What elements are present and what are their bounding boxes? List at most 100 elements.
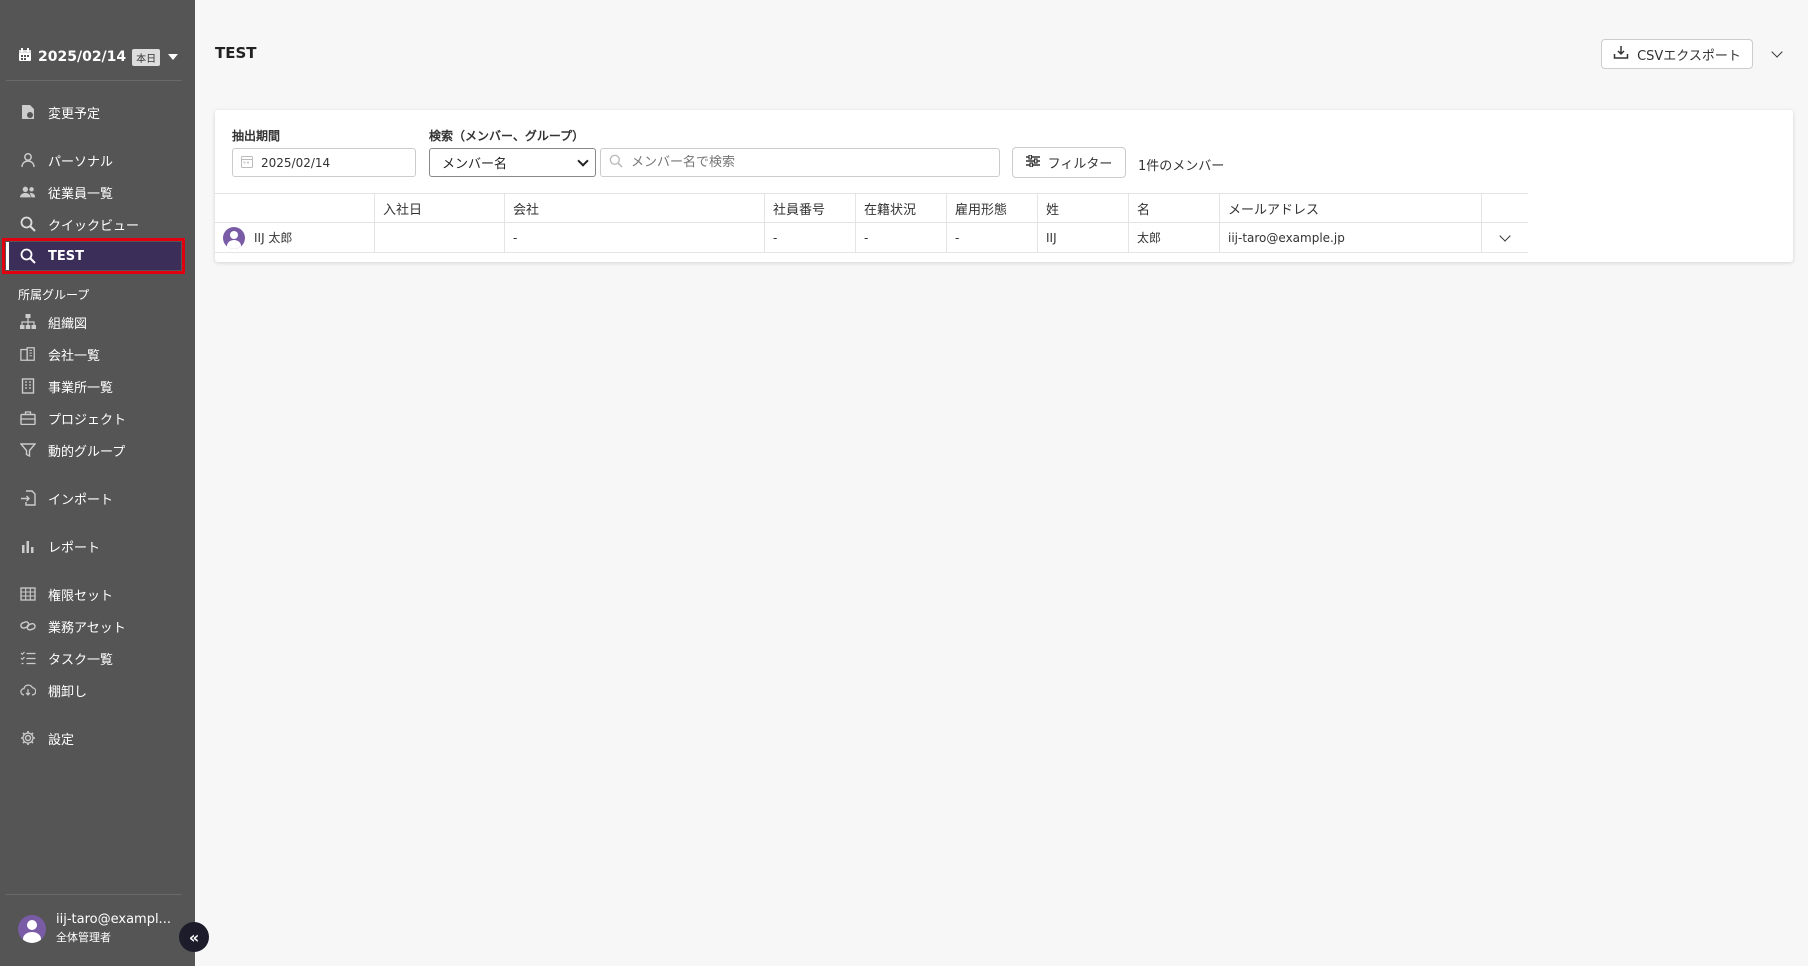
main-content: TEST CSVエクスポート 抽出期間 2025/02/14 検索（メンバー、グ… bbox=[195, 0, 1808, 966]
sidebar-item-personal[interactable]: パーソナル bbox=[0, 146, 195, 174]
filter-button[interactable]: フィルター bbox=[1012, 147, 1126, 178]
column-header-first-name[interactable]: 名 bbox=[1129, 194, 1220, 222]
sidebar-item-label: 事業所一覧 bbox=[48, 380, 114, 396]
sidebar-item-label: タスク一覧 bbox=[48, 652, 114, 668]
column-header-employment-type[interactable]: 雇用形態 bbox=[947, 194, 1038, 222]
current-date: 2025/02/14 bbox=[38, 49, 127, 65]
member-table: 入社日 会社 社員番号 在籍状況 雇用形態 姓 名 メールアドレス IIJ 太郎… bbox=[215, 193, 1528, 253]
caret-down-icon[interactable] bbox=[168, 54, 179, 60]
company-icon bbox=[20, 346, 36, 362]
sidebar-item-reports[interactable]: レポート bbox=[0, 532, 195, 560]
member-name: IIJ 太郎 bbox=[254, 231, 293, 245]
grid-icon bbox=[20, 586, 36, 602]
column-header-status[interactable]: 在籍状況 bbox=[856, 194, 947, 222]
sidebar-item-label: 組織図 bbox=[48, 316, 88, 332]
member-search-field[interactable] bbox=[600, 148, 1000, 177]
sidebar-item-label: 業務アセット bbox=[48, 620, 126, 636]
sidebar-item-label: TEST bbox=[48, 248, 84, 264]
avatar bbox=[18, 914, 46, 943]
search-icon bbox=[609, 154, 623, 172]
date-selector[interactable]: 2025/02/14 本日 bbox=[18, 48, 179, 66]
sidebar-item-permission-sets[interactable]: 権限セット bbox=[0, 580, 195, 608]
company-cell: - bbox=[505, 223, 765, 252]
page-title: TEST bbox=[215, 44, 257, 62]
member-list-card: 抽出期間 2025/02/14 検索（メンバー、グループ） メンバー名 フィルタ… bbox=[215, 110, 1793, 262]
sidebar-item-label: パーソナル bbox=[48, 154, 114, 170]
first-name-cell: 太郎 bbox=[1129, 223, 1220, 252]
column-header-company[interactable]: 会社 bbox=[505, 194, 765, 222]
column-header-join-date[interactable]: 入社日 bbox=[375, 194, 505, 222]
sidebar-item-org-chart[interactable]: 組織図 bbox=[0, 308, 195, 336]
search-input[interactable] bbox=[631, 155, 991, 170]
search-type-select[interactable]: メンバー名 bbox=[429, 148, 596, 177]
people-icon bbox=[20, 184, 36, 200]
calendar-icon bbox=[241, 155, 253, 171]
sidebar-item-projects[interactable]: プロジェクト bbox=[0, 404, 195, 432]
period-date-field[interactable]: 2025/02/14 bbox=[232, 148, 416, 177]
table-header-row: 入社日 会社 社員番号 在籍状況 雇用形態 姓 名 メールアドレス bbox=[215, 193, 1528, 223]
user-role: 全体管理者 bbox=[56, 931, 111, 944]
search-type-value: メンバー名 bbox=[442, 157, 508, 172]
avatar bbox=[223, 226, 245, 249]
member-count: 1件のメンバー bbox=[1138, 159, 1225, 174]
download-icon bbox=[1613, 45, 1629, 63]
column-header-last-name[interactable]: 姓 bbox=[1038, 194, 1129, 222]
more-options-button[interactable] bbox=[1765, 42, 1789, 66]
employment-type-cell: - bbox=[947, 223, 1038, 252]
chevron-down-icon bbox=[1499, 229, 1511, 242]
sidebar-item-label: クイックビュー bbox=[48, 218, 140, 234]
csv-export-button[interactable]: CSVエクスポート bbox=[1601, 39, 1753, 69]
task-list-icon bbox=[20, 650, 36, 666]
cloud-download-icon bbox=[20, 682, 36, 698]
period-date-value: 2025/02/14 bbox=[261, 155, 331, 170]
building-icon bbox=[20, 378, 36, 394]
last-name-cell: IIJ bbox=[1038, 223, 1129, 252]
table-row[interactable]: IIJ 太郎 - - - - IIJ 太郎 iij-taro@example.j… bbox=[215, 223, 1528, 253]
sidebar-item-label: 動的グループ bbox=[48, 444, 126, 460]
user-menu[interactable]: iij-taro@exampl... 全体管理者 bbox=[18, 912, 171, 945]
link-icon bbox=[20, 618, 36, 634]
sidebar-item-label: 権限セット bbox=[48, 588, 114, 604]
sidebar-item-label: 従業員一覧 bbox=[48, 186, 114, 202]
status-cell: - bbox=[856, 223, 947, 252]
sidebar-item-business-assets[interactable]: 業務アセット bbox=[0, 612, 195, 640]
search-icon bbox=[20, 248, 36, 264]
period-label: 抽出期間 bbox=[232, 129, 281, 143]
divider bbox=[6, 80, 182, 81]
filter-icon bbox=[20, 442, 36, 458]
document-clock-icon bbox=[20, 104, 36, 120]
sidebar-item-companies[interactable]: 会社一覧 bbox=[0, 340, 195, 368]
briefcase-icon bbox=[20, 410, 36, 426]
sidebar-item-offices[interactable]: 事業所一覧 bbox=[0, 372, 195, 400]
import-icon bbox=[20, 490, 36, 506]
sidebar-item-inventory[interactable]: 棚卸し bbox=[0, 676, 195, 704]
today-badge: 本日 bbox=[132, 48, 161, 66]
sidebar-item-settings[interactable]: 設定 bbox=[0, 724, 195, 752]
filter-label: フィルター bbox=[1047, 157, 1113, 172]
search-label: 検索（メンバー、グループ） bbox=[429, 129, 585, 143]
employee-no-cell: - bbox=[765, 223, 856, 252]
search-icon bbox=[20, 216, 36, 232]
sidebar-item-quick-view[interactable]: クイックビュー bbox=[0, 210, 195, 238]
gear-icon bbox=[20, 730, 36, 746]
sidebar-item-scheduled-changes[interactable]: 変更予定 bbox=[0, 98, 195, 126]
sidebar-item-dynamic-groups[interactable]: 動的グループ bbox=[0, 436, 195, 464]
section-label-groups: 所属グループ bbox=[18, 288, 90, 302]
bar-chart-icon bbox=[20, 538, 36, 554]
org-chart-icon bbox=[20, 314, 36, 330]
column-header-email[interactable]: メールアドレス bbox=[1220, 194, 1482, 222]
row-expand-button[interactable] bbox=[1482, 223, 1528, 252]
member-name-cell[interactable]: IIJ 太郎 bbox=[215, 223, 375, 252]
sidebar-item-test[interactable]: TEST bbox=[2, 238, 185, 274]
csv-export-label: CSVエクスポート bbox=[1637, 48, 1741, 64]
column-header-employee-no[interactable]: 社員番号 bbox=[765, 194, 856, 222]
join-date-cell bbox=[375, 223, 505, 252]
calendar-icon bbox=[18, 48, 32, 66]
user-email: iij-taro@exampl... bbox=[56, 912, 171, 927]
sidebar-item-tasks[interactable]: タスク一覧 bbox=[0, 644, 195, 672]
sidebar-item-label: レポート bbox=[48, 540, 101, 556]
chevron-down-icon bbox=[577, 154, 589, 167]
sidebar-item-employees[interactable]: 従業員一覧 bbox=[0, 178, 195, 206]
sidebar-item-import[interactable]: インポート bbox=[0, 484, 195, 512]
sidebar-item-label: プロジェクト bbox=[48, 412, 127, 428]
